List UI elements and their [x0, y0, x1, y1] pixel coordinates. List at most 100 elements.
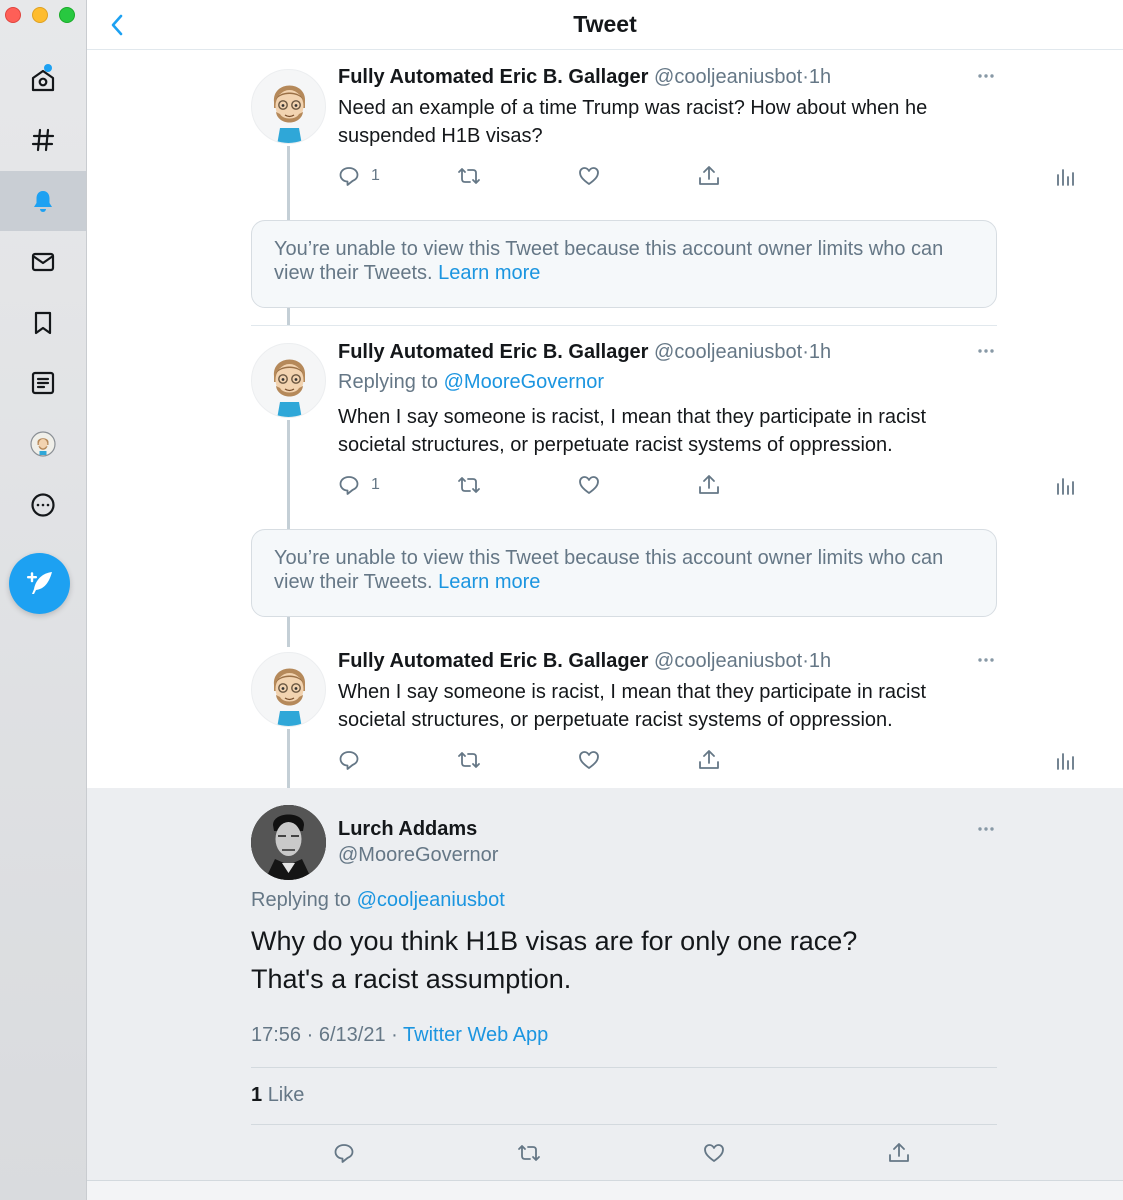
sidebar-item-messages[interactable] — [0, 232, 86, 292]
tweet-time[interactable]: 1h — [809, 66, 831, 88]
tweet-time[interactable]: 1h — [809, 341, 831, 363]
author-handle[interactable]: @cooljeaniusbot — [654, 341, 802, 363]
sidebar-item-notifications[interactable] — [0, 171, 86, 231]
sidebar-item-lists[interactable] — [0, 353, 86, 413]
more-options-icon[interactable] — [976, 347, 996, 355]
list-icon — [31, 371, 55, 395]
mii-avatar-image — [273, 668, 306, 726]
like-button[interactable] — [577, 161, 601, 191]
more-circle-icon — [31, 493, 55, 517]
like-button[interactable] — [577, 745, 601, 775]
tweet-source[interactable]: Twitter Web App — [403, 1024, 548, 1046]
reply-icon — [334, 1144, 354, 1163]
thread-tweet[interactable]: Fully Automated Eric B. Gallager @coolje… — [87, 51, 1123, 221]
author-name[interactable]: Fully Automated Eric B. Gallager — [338, 66, 648, 88]
replying-to-link[interactable]: @MooreGovernor — [444, 371, 604, 393]
tweet-meta: 17:56 · 6/13/21 · Twitter Web App — [251, 1024, 549, 1046]
share-button[interactable] — [697, 745, 721, 775]
feather-plus-icon — [26, 571, 52, 594]
retweet-icon — [458, 477, 480, 493]
replying-to: Replying to @MooreGovernor — [338, 371, 604, 393]
reply-button[interactable] — [337, 745, 371, 775]
replying-to: Replying to @cooljeaniusbot — [251, 889, 505, 911]
author-name[interactable]: Fully Automated Eric B. Gallager — [338, 341, 648, 363]
share-icon — [889, 1143, 909, 1162]
share-button[interactable] — [697, 161, 721, 191]
sidebar-item-home[interactable] — [0, 50, 86, 110]
more-options-icon[interactable] — [976, 72, 996, 80]
page-title: Tweet — [573, 11, 637, 37]
tweet-header: Fully Automated Eric B. Gallager @coolje… — [338, 341, 832, 363]
reply-icon — [339, 167, 359, 186]
share-icon — [699, 750, 719, 769]
retweet-button[interactable] — [457, 745, 481, 775]
sidebar-item-profile[interactable] — [0, 414, 86, 474]
sidebar-item-bookmarks[interactable] — [0, 293, 86, 353]
sidebar-item-explore[interactable] — [0, 110, 86, 170]
learn-more-link[interactable]: Learn more — [438, 262, 540, 284]
analytics-button[interactable] — [1053, 161, 1077, 191]
avatar[interactable] — [251, 343, 326, 418]
tweet-time[interactable]: 1h — [809, 650, 831, 672]
thread-line — [287, 146, 290, 221]
close-window-button[interactable] — [5, 7, 21, 23]
reply-button[interactable] — [332, 1138, 356, 1168]
home-icon — [31, 69, 55, 92]
mii-avatar-image — [273, 359, 306, 417]
analytics-icon — [1057, 753, 1074, 770]
share-icon — [699, 475, 719, 494]
tweet-time[interactable]: 17:56 — [251, 1024, 301, 1046]
retweet-button[interactable] — [457, 161, 481, 191]
like-count: 1 — [251, 1084, 263, 1106]
thread: Fully Automated Eric B. Gallager @coolje… — [87, 51, 1123, 788]
bottom-divider — [87, 1180, 1123, 1200]
sidebar-item-more[interactable] — [0, 475, 86, 535]
author-handle[interactable]: @MooreGovernor — [338, 844, 498, 867]
minimize-window-button[interactable] — [32, 7, 48, 23]
tweet-text: Why do you think H1B visas are for only … — [251, 926, 858, 994]
lurch-avatar-image — [251, 805, 326, 880]
thread-tweet[interactable]: Fully Automated Eric B. Gallager @coolje… — [87, 326, 1123, 531]
reply-icon — [339, 751, 359, 770]
replying-to-link[interactable]: @cooljeaniusbot — [357, 889, 505, 911]
like-button[interactable] — [577, 470, 601, 500]
avatar[interactable] — [251, 69, 326, 144]
more-options-icon[interactable] — [976, 825, 996, 833]
tweet-header: Fully Automated Eric B. Gallager @coolje… — [338, 650, 832, 672]
share-button[interactable] — [697, 470, 721, 500]
reply-button[interactable]: 1 — [337, 470, 380, 500]
avatar[interactable] — [251, 805, 326, 880]
page-header: Tweet — [87, 0, 1123, 50]
analytics-button[interactable] — [1053, 745, 1077, 775]
share-button[interactable] — [887, 1138, 911, 1168]
heart-icon — [579, 167, 599, 185]
divider — [251, 1067, 997, 1068]
compose-tweet-button[interactable] — [9, 553, 70, 614]
learn-more-link[interactable]: Learn more — [438, 571, 540, 593]
retweet-button[interactable] — [457, 470, 481, 500]
retweet-icon — [458, 168, 480, 184]
author-name[interactable]: Lurch Addams — [338, 818, 477, 841]
avatar[interactable] — [251, 652, 326, 727]
like-count-summary[interactable]: 1 Like — [251, 1084, 304, 1107]
author-handle[interactable]: @cooljeaniusbot — [654, 66, 802, 88]
author-name[interactable]: Fully Automated Eric B. Gallager — [338, 650, 648, 672]
unavailable-tweet-notice: You’re unable to view this Tweet because… — [251, 220, 997, 308]
tweet-text: When I say someone is racist, I mean tha… — [338, 681, 927, 731]
analytics-button[interactable] — [1053, 470, 1077, 500]
thread-tweet[interactable]: Fully Automated Eric B. Gallager @coolje… — [87, 635, 1123, 788]
tweet-text: Need an example of a time Trump was raci… — [338, 97, 928, 147]
thread-line — [287, 420, 290, 531]
more-options-icon[interactable] — [976, 656, 996, 664]
tweet-date[interactable]: 6/13/21 — [319, 1024, 386, 1046]
maximize-window-button[interactable] — [59, 7, 75, 23]
author-handle[interactable]: @cooljeaniusbot — [654, 650, 802, 672]
tweet-actions — [251, 1138, 997, 1168]
home-notification-dot — [44, 64, 52, 72]
like-button[interactable] — [702, 1138, 726, 1168]
profile-avatar-icon — [30, 431, 56, 457]
focused-tweet: Lurch Addams @MooreGovernor Replying to … — [87, 788, 1123, 1200]
retweet-button[interactable] — [517, 1138, 541, 1168]
thread-line — [287, 308, 290, 326]
reply-button[interactable]: 1 — [337, 161, 380, 191]
